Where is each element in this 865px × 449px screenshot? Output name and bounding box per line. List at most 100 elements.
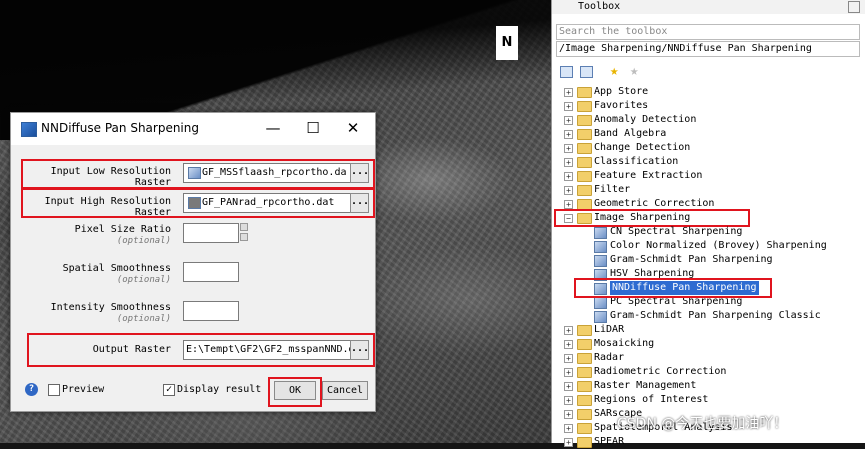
expand-node-icon[interactable]: + — [564, 354, 573, 363]
tree-folder-label: Radar — [594, 352, 625, 363]
remove-favorite-star-icon[interactable]: ★ — [630, 64, 638, 78]
tree-folder-item[interactable]: + Band Algebra — [552, 127, 862, 141]
tree-tool-item[interactable]: Gram-Schmidt Pan Sharpening — [552, 253, 862, 267]
folder-icon — [577, 381, 592, 392]
toolbox-panel: Toolbox Search the toolbox /Image Sharpe… — [551, 0, 865, 448]
expand-node-icon[interactable]: + — [564, 172, 573, 181]
expand-node-icon[interactable]: + — [564, 186, 573, 195]
folder-icon — [577, 325, 592, 336]
expand-node-icon[interactable]: + — [564, 88, 573, 97]
preview-checkbox[interactable] — [48, 384, 60, 396]
highlight-box-nndiffuse — [574, 278, 772, 298]
tree-folder-label: Anomaly Detection — [594, 114, 697, 125]
tree-tool-label: Gram-Schmidt Pan Sharpening Classic — [610, 310, 821, 321]
expand-node-icon[interactable]: + — [564, 382, 573, 391]
expand-node-icon[interactable]: + — [564, 102, 573, 111]
tree-folder-item[interactable]: + Filter — [552, 183, 862, 197]
tree-folder-label: LiDAR — [594, 324, 625, 335]
watermark-text: CSDN @今天也要加油吖！ — [617, 416, 788, 432]
spin-down-icon[interactable] — [240, 233, 248, 241]
tree-folder-item[interactable]: + SPEAR — [552, 435, 862, 449]
tool-icon — [594, 227, 607, 239]
folder-icon — [577, 367, 592, 378]
display-result-checkbox[interactable]: ✓ — [163, 384, 175, 396]
folder-icon — [577, 87, 592, 98]
highlight-box-low-res — [21, 159, 375, 189]
tool-icon — [594, 255, 607, 267]
pixel-ratio-input[interactable] — [183, 223, 239, 243]
tree-folder-label: Filter — [594, 184, 631, 195]
folder-icon — [577, 185, 592, 196]
tree-folder-item[interactable]: + Anomaly Detection — [552, 113, 862, 127]
tree-tool-item[interactable]: Gram-Schmidt Pan Sharpening Classic — [552, 309, 862, 323]
tree-folder-item[interactable]: + Raster Management — [552, 379, 862, 393]
display-result-label: Display result — [177, 384, 262, 395]
expand-node-icon[interactable]: + — [564, 200, 573, 209]
expand-down-icon[interactable] — [580, 66, 593, 78]
expand-node-icon[interactable]: + — [564, 144, 573, 153]
add-favorite-star-icon[interactable]: ★ — [610, 64, 618, 78]
tree-tool-item[interactable]: Color Normalized (Brovey) Sharpening — [552, 239, 862, 253]
no-data-area-shade — [0, 0, 551, 120]
spin-up-icon[interactable] — [240, 223, 248, 231]
tree-folder-item[interactable]: + LiDAR — [552, 323, 862, 337]
expand-node-icon[interactable]: + — [564, 368, 573, 377]
tool-icon — [594, 311, 607, 323]
tool-icon — [594, 297, 607, 309]
expand-node-icon[interactable]: + — [564, 340, 573, 349]
expand-node-icon[interactable]: + — [564, 130, 573, 139]
folder-icon — [577, 339, 592, 350]
folder-icon — [577, 353, 592, 364]
intensity-smoothness-input[interactable] — [183, 301, 239, 321]
spatial-smoothness-label: Spatial Smoothness — [62, 263, 171, 274]
collapse-up-icon[interactable] — [560, 66, 573, 78]
preview-label: Preview — [62, 384, 105, 395]
tree-folder-label: Feature Extraction — [594, 170, 703, 181]
tree-folder-label: Mosaicking — [594, 338, 655, 349]
expand-node-icon[interactable]: + — [564, 116, 573, 125]
highlight-box-high-res — [21, 188, 375, 218]
dialog-title: NNDiffuse Pan Sharpening — [41, 121, 199, 135]
spatial-smoothness-input[interactable] — [183, 262, 239, 282]
tree-folder-item[interactable]: + Favorites — [552, 99, 862, 113]
folder-icon — [577, 409, 592, 420]
expand-node-icon[interactable]: + — [564, 326, 573, 335]
tree-folder-item[interactable]: + App Store — [552, 85, 862, 99]
tree-folder-item[interactable]: + Change Detection — [552, 141, 862, 155]
tree-folder-item[interactable]: + Classification — [552, 155, 862, 169]
minimize-button[interactable]: — — [261, 117, 285, 139]
nndiffuse-dialog: NNDiffuse Pan Sharpening — ☐ ✕ Input Low… — [10, 112, 376, 412]
cancel-button[interactable]: Cancel — [322, 381, 368, 400]
tree-tool-label: Color Normalized (Brovey) Sharpening — [610, 240, 827, 251]
help-icon[interactable]: ? — [25, 383, 38, 396]
spatial-optional: (optional) — [116, 275, 171, 285]
tree-folder-label: SPEAR — [594, 436, 625, 447]
folder-icon — [577, 101, 592, 112]
dialog-titlebar[interactable]: NNDiffuse Pan Sharpening — ☐ ✕ — [11, 113, 375, 145]
toolbox-path-field[interactable]: /Image Sharpening/NNDiffuse Pan Sharpeni… — [556, 41, 860, 57]
toolbox-titlebar: Toolbox — [552, 0, 865, 14]
expand-node-icon[interactable]: + — [564, 396, 573, 405]
expand-node-icon[interactable]: + — [564, 158, 573, 167]
close-button[interactable]: ✕ — [341, 117, 365, 139]
tree-folder-item[interactable]: + Radar — [552, 351, 862, 365]
tree-folder-item[interactable]: + Radiometric Correction — [552, 365, 862, 379]
pixel-ratio-optional: (optional) — [116, 236, 171, 246]
maximize-button[interactable]: ☐ — [301, 117, 325, 139]
pin-icon[interactable] — [848, 1, 860, 13]
toolbox-title: Toolbox — [578, 1, 621, 12]
tree-folder-label: Band Algebra — [594, 128, 667, 139]
expand-node-icon[interactable]: + — [564, 424, 573, 433]
tree-tool-item[interactable]: CN Spectral Sharpening — [552, 225, 862, 239]
intensity-smoothness-label: Intensity Smoothness — [50, 302, 171, 313]
toolbox-search-input[interactable]: Search the toolbox — [556, 24, 860, 40]
folder-icon — [577, 395, 592, 406]
tool-icon — [594, 241, 607, 253]
tree-folder-item[interactable]: + Regions of Interest — [552, 393, 862, 407]
expand-node-icon[interactable]: + — [564, 410, 573, 419]
tree-folder-item[interactable]: + Feature Extraction — [552, 169, 862, 183]
highlight-box-ok — [268, 377, 322, 407]
tree-folder-item[interactable]: + Mosaicking — [552, 337, 862, 351]
tree-folder-label: Favorites — [594, 100, 649, 111]
north-label: N — [501, 35, 513, 50]
